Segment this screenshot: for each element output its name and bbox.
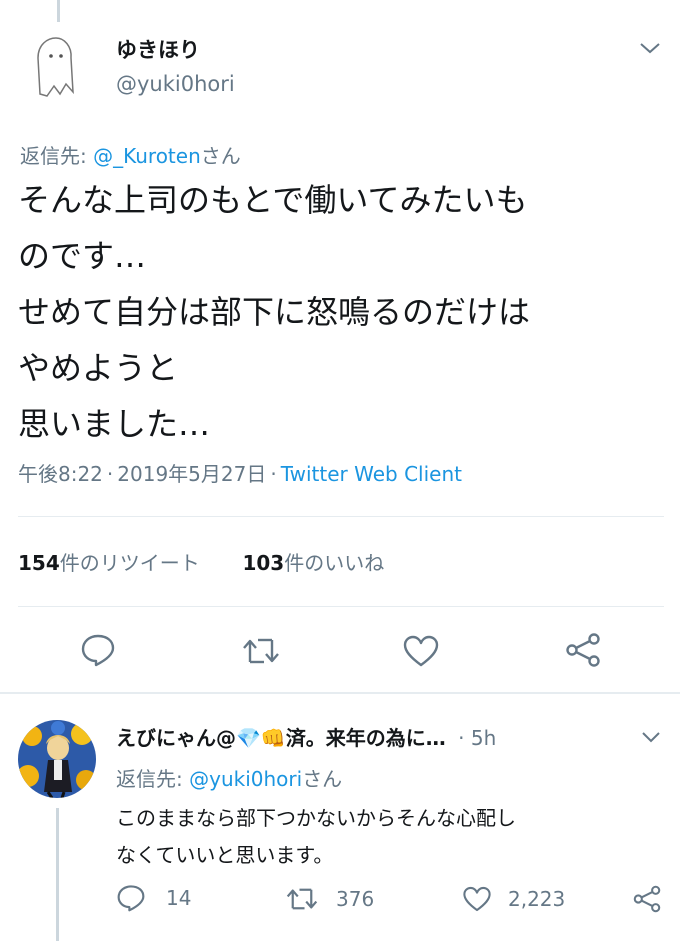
fist-emoji-icon: 👊 bbox=[260, 726, 286, 750]
reply-to-line: 返信先: @_Kurotenさん bbox=[20, 140, 241, 169]
reply-time[interactable]: 5h bbox=[471, 726, 496, 750]
author-handle[interactable]: @yuki0hori bbox=[116, 72, 235, 96]
thread-line-bottom bbox=[56, 808, 59, 941]
reply-author-name[interactable]: えびにゃん@💎👊済。来年の為に… bbox=[116, 726, 446, 750]
reply-to-prefix: 返信先: bbox=[116, 767, 190, 791]
share-icon[interactable] bbox=[564, 632, 602, 668]
reply-to-suffix: さん bbox=[302, 767, 343, 791]
divider bbox=[18, 606, 664, 607]
reply-share-icon[interactable] bbox=[632, 884, 662, 914]
tweet-text-line: 思いました… bbox=[18, 405, 211, 443]
tweet-date[interactable]: 2019年5月27日 bbox=[117, 462, 266, 486]
reply-action-reply[interactable]: 14 bbox=[116, 884, 191, 912]
reply-to-prefix: 返信先: bbox=[20, 144, 94, 168]
reply-more-chevron-icon[interactable] bbox=[640, 730, 662, 744]
reply-like-count: 2,223 bbox=[508, 887, 566, 911]
reply-retweet-count: 376 bbox=[336, 887, 375, 911]
more-chevron-icon[interactable] bbox=[638, 40, 662, 56]
reply-author-name-prefix: えびにゃん@ bbox=[116, 726, 236, 750]
reply-icon[interactable] bbox=[80, 633, 116, 667]
author-display-name[interactable]: ゆきほり bbox=[116, 34, 200, 64]
retweet-icon[interactable] bbox=[242, 636, 280, 666]
tweet-text-line: のです… bbox=[18, 237, 147, 275]
like-icon[interactable] bbox=[402, 634, 440, 668]
meta-separator: · bbox=[270, 462, 277, 486]
reply-to-suffix: さん bbox=[200, 144, 241, 168]
retweet-stat[interactable]: 154件のリツイート bbox=[18, 551, 200, 575]
reply-action-like[interactable]: 2,223 bbox=[462, 885, 565, 913]
gem-emoji-icon: 💎 bbox=[236, 726, 261, 750]
reply-action-retweet[interactable]: 376 bbox=[286, 886, 374, 912]
tweet-client-link[interactable]: Twitter Web Client bbox=[281, 462, 462, 486]
like-icon bbox=[463, 886, 491, 912]
reply-count: 14 bbox=[166, 886, 192, 910]
divider bbox=[18, 516, 664, 517]
tweet-text-line: そんな上司のもとで働いてみたいも bbox=[18, 181, 528, 219]
reply-text-line: なくていいと思います。 bbox=[116, 843, 334, 867]
retweet-label: 件のリツイート bbox=[59, 551, 200, 575]
figure-avatar-icon bbox=[18, 720, 96, 798]
tweet-meta: 午後8:22 · 2019年5月27日 · Twitter Web Client bbox=[18, 458, 462, 487]
retweet-count: 154 bbox=[18, 551, 60, 575]
like-stat[interactable]: 103件のいいね bbox=[242, 551, 384, 575]
like-count: 103 bbox=[242, 551, 285, 575]
ghost-avatar-icon bbox=[37, 37, 74, 97]
reply-reply-to-line: 返信先: @yuki0horiさん bbox=[116, 763, 342, 792]
tweet-text-line: やめようと bbox=[18, 349, 179, 387]
reply-dot: · bbox=[458, 726, 465, 750]
reply-to-handle[interactable]: @yuki0hori bbox=[189, 767, 302, 791]
meta-separator: · bbox=[106, 462, 114, 486]
reply-to-handle[interactable]: @_Kuroten bbox=[93, 144, 201, 168]
like-label: 件のいいね bbox=[284, 551, 385, 575]
tweet-text-line: せめて自分は部下に怒鳴るのだけは bbox=[18, 293, 531, 331]
reply-author-name-suffix: 済。来年の為に… bbox=[285, 726, 446, 750]
reply-icon bbox=[117, 885, 145, 912]
section-divider bbox=[0, 692, 680, 694]
thread-line-top bbox=[57, 0, 60, 22]
retweet-icon bbox=[286, 888, 318, 910]
tweet-body: そんな上司のもとで働いてみたいも のです… せめて自分は部下に怒鳴るのだけは や… bbox=[18, 172, 530, 452]
tweet-time[interactable]: 午後8:22 bbox=[18, 462, 103, 486]
reply-tweet-body: このままなら部下つかないからそんな心配し なくていいと思います。 bbox=[116, 800, 516, 874]
tweet-stats: 154件のリツイート 103件のいいね bbox=[18, 547, 384, 576]
main-avatar[interactable] bbox=[30, 32, 78, 102]
reply-text-line: このままなら部下つかないからそんな心配し bbox=[116, 806, 516, 830]
reply-avatar[interactable] bbox=[18, 720, 96, 798]
reply-author-line: えびにゃん@💎👊済。来年の為に… · 5h bbox=[116, 722, 496, 751]
